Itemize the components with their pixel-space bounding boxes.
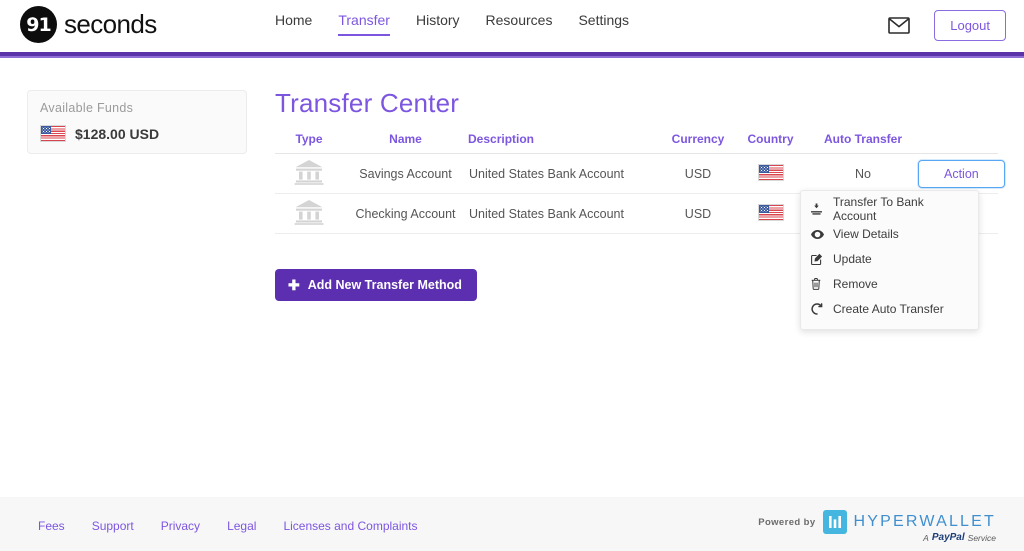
edit-icon xyxy=(811,253,833,265)
column-header-auto-transfer: Auto Transfer xyxy=(823,131,902,146)
row-type-cell xyxy=(275,199,343,228)
us-flag-icon xyxy=(757,163,784,181)
app-footer: Fees Support Privacy Legal Licenses and … xyxy=(0,497,1024,551)
row-name-cell: Checking Account xyxy=(355,206,456,221)
column-header-country: Country xyxy=(747,131,794,146)
table-row[interactable]: Savings Account United States Bank Accou… xyxy=(275,154,1005,194)
footer-link-legal[interactable]: Legal xyxy=(227,519,256,533)
menu-item-label: View Details xyxy=(833,227,899,241)
us-flag-icon xyxy=(757,203,784,221)
row-action-cell: Action xyxy=(918,159,1005,188)
logout-button[interactable]: Logout xyxy=(934,10,1006,41)
column-header-type: Type xyxy=(295,131,323,146)
page-title: Transfer Center xyxy=(275,88,460,118)
menu-item-label: Update xyxy=(833,252,872,266)
available-funds-card: Available Funds $128.00 USD xyxy=(27,90,247,154)
column-header-name: Name xyxy=(389,131,422,146)
bank-icon xyxy=(275,159,343,188)
menu-item-transfer-to-bank-account[interactable]: Transfer To Bank Account xyxy=(801,195,978,223)
menu-item-label: Remove xyxy=(833,277,878,291)
nav-item-home[interactable]: Home xyxy=(275,12,312,34)
table-header-row: Type Name Description Currency Country A… xyxy=(275,130,998,154)
main-navigation: Home Transfer History Resources Settings xyxy=(275,12,629,36)
row-type-cell xyxy=(275,159,343,188)
hyperwallet-logo-icon xyxy=(822,510,847,534)
menu-item-view-details[interactable]: View Details xyxy=(801,223,978,245)
add-new-transfer-method-label: Add New Transfer Method xyxy=(307,278,462,292)
paypal-note-suffix: Service xyxy=(967,532,996,543)
menu-item-update[interactable]: Update xyxy=(801,248,978,270)
trash-icon xyxy=(811,278,833,290)
add-new-transfer-method-button[interactable]: ✚ Add New Transfer Method xyxy=(275,269,477,301)
row-auto-transfer-cell: No xyxy=(855,166,871,181)
paypal-service-note: A PayPal Service xyxy=(923,532,996,543)
nav-item-settings[interactable]: Settings xyxy=(578,12,629,34)
eye-icon xyxy=(811,229,833,239)
menu-item-create-auto-transfer[interactable]: Create Auto Transfer xyxy=(801,298,978,320)
menu-item-remove[interactable]: Remove xyxy=(801,273,978,295)
download-icon xyxy=(811,203,833,215)
hyperwallet-wordmark-group: HYPERWALLET A PayPal Service xyxy=(854,508,996,543)
row-name-cell: Savings Account xyxy=(359,166,452,181)
footer-link-fees[interactable]: Fees xyxy=(38,519,65,533)
column-header-description: Description xyxy=(468,131,535,146)
footer-links: Fees Support Privacy Legal Licenses and … xyxy=(38,519,418,533)
nav-item-resources[interactable]: Resources xyxy=(486,12,553,34)
available-funds-amount: $128.00 USD xyxy=(75,125,160,142)
refresh-icon xyxy=(811,303,833,315)
header-actions: Logout xyxy=(888,10,1006,41)
row-country-cell xyxy=(733,203,808,224)
action-button[interactable]: Action xyxy=(918,159,1005,188)
nav-item-history[interactable]: History xyxy=(416,12,460,34)
row-currency-cell: USD xyxy=(684,166,712,181)
available-funds-value-row: $128.00 USD xyxy=(40,125,234,142)
powered-by-label: Powered by xyxy=(758,517,816,528)
menu-item-label: Transfer To Bank Account xyxy=(833,195,924,223)
header-accent-bar-light xyxy=(0,56,1024,58)
column-header-currency: Currency xyxy=(671,131,725,146)
row-description-cell: United States Bank Account xyxy=(469,166,624,181)
footer-link-licenses-and-complaints[interactable]: Licenses and Complaints xyxy=(283,519,417,533)
available-funds-label: Available Funds xyxy=(40,101,134,115)
bank-icon xyxy=(275,199,343,228)
hyperwallet-wordmark: HYPERWALLET xyxy=(853,513,996,530)
plus-icon: ✚ xyxy=(288,277,300,293)
us-flag-icon xyxy=(40,125,66,142)
row-country-cell xyxy=(733,163,808,184)
app-header: 91 seconds Home Transfer History Resourc… xyxy=(0,0,1024,52)
menu-item-label: Create Auto Transfer xyxy=(833,302,944,316)
paypal-note-prefix: A xyxy=(923,532,929,543)
page-root: 91 seconds Home Transfer History Resourc… xyxy=(0,0,1024,551)
hyperwallet-branding: Powered by HYPERWALLET A PayPal Service xyxy=(758,508,996,543)
row-description-cell: United States Bank Account xyxy=(469,206,624,221)
action-dropdown-menu: Transfer To Bank Account View Details Up… xyxy=(800,190,979,330)
envelope-icon[interactable] xyxy=(888,17,911,34)
row-currency-cell: USD xyxy=(684,206,712,221)
logo-wordmark: seconds xyxy=(64,9,157,39)
brand-logo[interactable]: 91 seconds xyxy=(20,6,157,43)
footer-link-support[interactable]: Support xyxy=(92,519,134,533)
paypal-wordmark: PayPal xyxy=(931,532,965,543)
logo-mark-icon: 91 xyxy=(20,6,57,43)
nav-item-transfer[interactable]: Transfer xyxy=(338,12,390,36)
footer-link-privacy[interactable]: Privacy xyxy=(161,519,200,533)
